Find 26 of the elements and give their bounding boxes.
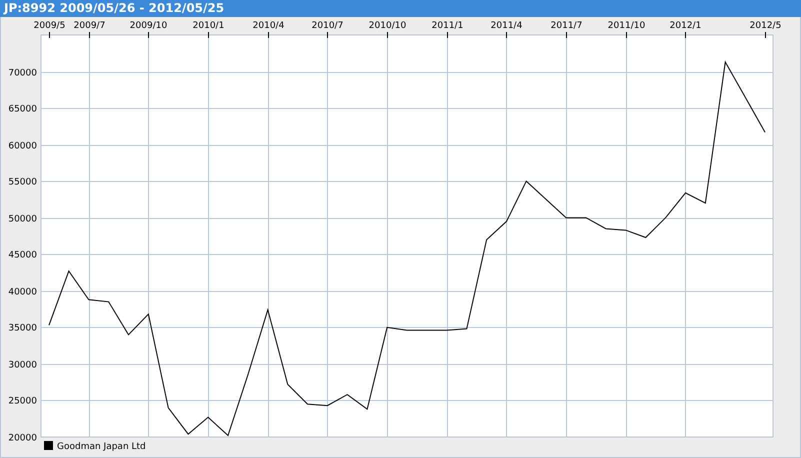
x-tick-label: 2011/4 bbox=[490, 21, 522, 31]
x-tick-label: 2011/1 bbox=[432, 21, 464, 31]
x-tick-label: 2010/10 bbox=[368, 21, 406, 31]
window-title: JP:8992 2009/05/26 - 2012/05/25 bbox=[0, 0, 801, 17]
x-tick-label: 2011/10 bbox=[608, 21, 646, 31]
x-tick-label: 2009/5 bbox=[34, 21, 66, 31]
x-tick-label: 2012/1 bbox=[670, 21, 702, 31]
y-tick-label: 65000 bbox=[8, 104, 37, 114]
y-tick-label: 50000 bbox=[8, 214, 37, 224]
y-tick-label: 60000 bbox=[8, 142, 37, 152]
y-tick-label: 70000 bbox=[8, 68, 37, 78]
x-tick-label: 2011/7 bbox=[550, 21, 582, 31]
x-tick-label: 2012/5 bbox=[750, 21, 782, 31]
y-tick-label: 45000 bbox=[8, 250, 37, 260]
y-tick-label: 20000 bbox=[8, 434, 37, 444]
x-tick-label: 2010/1 bbox=[192, 21, 224, 31]
legend-label: Goodman Japan Ltd bbox=[57, 442, 146, 452]
y-tick-label: 25000 bbox=[8, 396, 37, 406]
y-tick-label: 55000 bbox=[8, 178, 37, 188]
y-tick-label: 30000 bbox=[8, 360, 37, 370]
x-tick-label: 2010/4 bbox=[252, 21, 284, 31]
x-tick-label: 2009/7 bbox=[74, 21, 106, 31]
y-tick-label: 40000 bbox=[8, 288, 37, 298]
y-tick-label: 35000 bbox=[8, 324, 37, 334]
x-tick-label: 2010/7 bbox=[312, 21, 344, 31]
x-tick-label: 2009/10 bbox=[130, 21, 168, 31]
